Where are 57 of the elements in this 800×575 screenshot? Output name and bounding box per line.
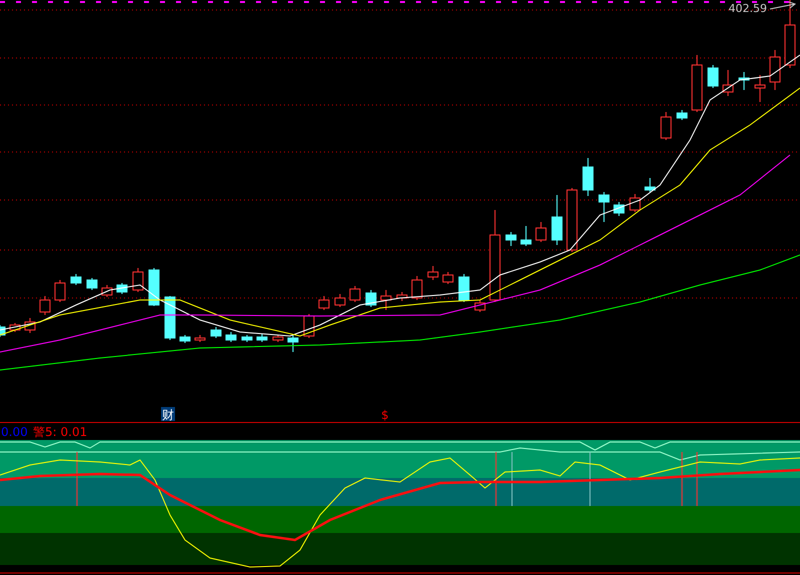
candlestick	[738, 72, 750, 90]
candlestick	[614, 202, 624, 216]
candlestick	[598, 192, 610, 222]
legend-text: 0.00	[1, 425, 28, 439]
candlestick	[428, 266, 438, 280]
candlestick	[226, 332, 236, 342]
candlestick	[458, 274, 470, 302]
candlestick	[708, 64, 718, 88]
candlestick	[54, 280, 66, 302]
candlestick	[412, 276, 422, 300]
candlestick	[566, 188, 578, 252]
candlestick	[506, 232, 516, 246]
candlestick	[582, 158, 594, 196]
candlestick	[132, 268, 144, 292]
candlestick	[272, 334, 284, 342]
candlestick	[350, 286, 360, 302]
candlestick	[366, 290, 376, 308]
candlestick	[520, 226, 532, 246]
candlestick	[692, 54, 702, 112]
price-label: 402.59	[728, 2, 767, 15]
candlestick	[256, 334, 268, 342]
legend-text: 警5: 0.01	[33, 425, 88, 439]
candlestick	[630, 194, 640, 212]
candlestick	[442, 272, 454, 284]
candlestick	[86, 278, 98, 290]
candlestick	[148, 268, 160, 306]
event-marker[interactable]: $	[381, 408, 389, 422]
candlestick	[754, 74, 766, 102]
candlestick	[10, 322, 20, 332]
candlestick	[210, 326, 222, 338]
candlestick	[0, 324, 6, 338]
candlestick	[396, 292, 408, 302]
candlestick	[334, 294, 346, 308]
candlestick	[288, 334, 298, 352]
candlestick	[676, 110, 688, 120]
signal-line	[696, 452, 698, 506]
leader-line	[770, 2, 796, 10]
candlestick	[474, 300, 486, 312]
candlestick	[116, 282, 128, 294]
candlestick	[660, 112, 672, 140]
candlestick	[784, 0, 796, 68]
candlestick	[40, 296, 50, 316]
candlestick	[70, 274, 82, 286]
event-marker[interactable]: 财	[161, 407, 175, 422]
candlestick	[164, 296, 176, 340]
candlestick	[722, 70, 734, 96]
candlestick	[552, 194, 562, 246]
candlestick	[102, 284, 112, 298]
candlestick	[644, 178, 656, 192]
candlestick	[770, 50, 780, 90]
candlestick	[380, 290, 392, 310]
signal-line	[76, 452, 78, 506]
candlestick	[318, 296, 330, 310]
candlestick	[24, 318, 36, 334]
candlestick	[180, 334, 190, 344]
candlestick	[242, 334, 252, 342]
candlestick	[536, 222, 546, 242]
